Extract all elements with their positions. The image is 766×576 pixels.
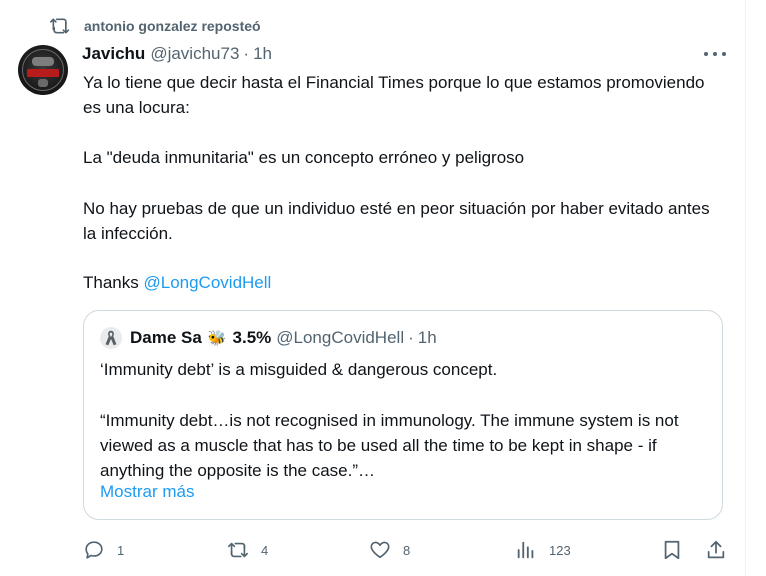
share-button[interactable] xyxy=(705,536,727,564)
like-button[interactable]: 8 xyxy=(369,536,410,564)
heart-icon xyxy=(370,541,390,559)
repost-label: antonio gonzalez reposteó xyxy=(84,18,261,34)
post-paragraph: No hay pruebas de que un individuo esté … xyxy=(83,199,710,243)
share-icon xyxy=(707,540,725,559)
repost-icon xyxy=(228,542,248,558)
quote-author-name: Dame Sa xyxy=(130,328,202,347)
bookmark-icon xyxy=(664,540,680,560)
post-time[interactable]: 1h xyxy=(253,44,272,64)
quote-time: 1h xyxy=(417,328,437,347)
ribbon-icon xyxy=(105,330,117,346)
quote-avatar[interactable] xyxy=(100,327,122,349)
quoted-post[interactable]: Dame Sa 🐝 3.5% @LongCovidHell · 1h ‘Immu… xyxy=(83,310,723,520)
reply-count: 1 xyxy=(117,542,125,558)
post-paragraph: La "deuda inmunitaria" es un concepto er… xyxy=(83,148,525,167)
action-bar: 1 4 8 123 xyxy=(83,536,728,564)
reply-icon xyxy=(85,541,103,559)
bee-emoji: 🐝 xyxy=(207,330,227,347)
reply-button[interactable]: 1 xyxy=(83,536,124,564)
mention-link[interactable]: @LongCovidHell xyxy=(143,273,271,292)
more-icon[interactable] xyxy=(704,45,726,63)
post-card: antonio gonzalez reposteó Javichu @javic… xyxy=(0,0,746,576)
repost-count: 4 xyxy=(261,542,269,558)
repost-icon xyxy=(50,16,70,36)
separator: · xyxy=(243,44,250,63)
like-count: 8 xyxy=(403,542,411,558)
post-paragraph: Ya lo tiene que decir hasta el Financial… xyxy=(83,73,705,117)
views-icon xyxy=(517,541,534,559)
thanks-text: Thanks xyxy=(83,273,144,292)
bookmark-button[interactable] xyxy=(661,536,683,564)
post-header: Javichu @javichu73 · 1h xyxy=(82,42,272,66)
author-handle[interactable]: @javichu73 xyxy=(150,44,239,64)
post-thanks: Thanks @LongCovidHell xyxy=(83,270,723,295)
quote-paragraph: ‘Immunity debt’ is a misguided & dangero… xyxy=(100,360,498,379)
avatar[interactable] xyxy=(18,45,68,95)
views-count: 123 xyxy=(549,542,571,558)
author-name[interactable]: Javichu xyxy=(82,44,145,64)
quote-paragraph: “Immunity debt…is not recognised in immu… xyxy=(100,411,679,480)
quote-header: Dame Sa 🐝 3.5% @LongCovidHell · 1h xyxy=(100,327,437,349)
quote-author-handle: @LongCovidHell xyxy=(276,328,405,347)
repost-indicator[interactable]: antonio gonzalez reposteó xyxy=(50,14,261,38)
separator: · xyxy=(408,328,414,347)
quote-percent: 3.5% xyxy=(232,328,272,347)
show-more-link[interactable]: Mostrar más xyxy=(100,482,194,502)
views-button[interactable]: 123 xyxy=(515,536,571,564)
repost-button[interactable]: 4 xyxy=(227,536,268,564)
